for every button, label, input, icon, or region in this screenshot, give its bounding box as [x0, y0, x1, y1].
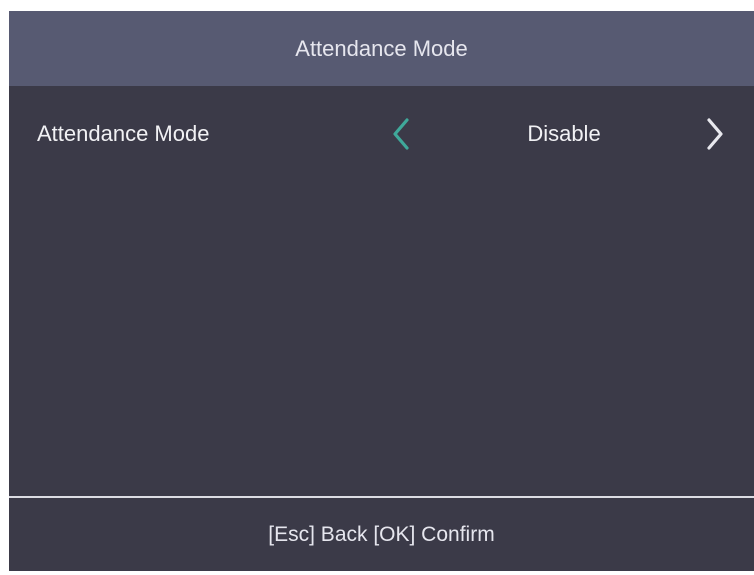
chevron-right-icon[interactable] — [695, 109, 735, 159]
device-screen: Attendance Mode Attendance Mode Disable … — [9, 11, 754, 571]
footer-bar: [Esc] Back [OK] Confirm — [9, 498, 754, 571]
setting-value: Disable — [527, 121, 601, 146]
chevron-left-icon[interactable] — [381, 109, 421, 159]
title-bar: Attendance Mode — [9, 11, 754, 86]
page-title: Attendance Mode — [295, 35, 468, 61]
key-hint: [Esc] Back [OK] Confirm — [268, 522, 495, 546]
setting-label: Attendance Mode — [37, 121, 210, 146]
setting-row-attendance-mode[interactable]: Attendance Mode Disable — [9, 109, 754, 159]
